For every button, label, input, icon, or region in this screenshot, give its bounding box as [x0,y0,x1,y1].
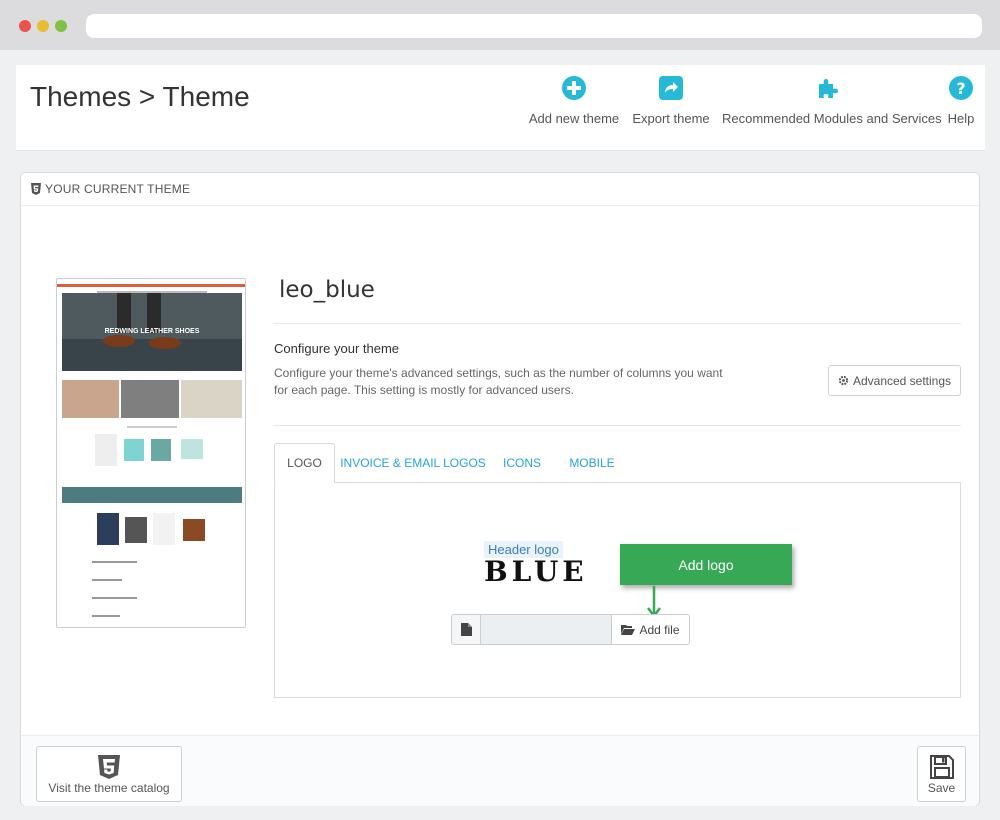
file-name-input[interactable] [481,614,611,645]
divider [273,323,961,324]
window-minimize-dot[interactable] [37,20,49,32]
gear-icon [838,375,849,386]
help-label: Help [947,111,975,126]
floppy-disk-icon [929,755,954,779]
logo-file-upload: Add file [451,614,690,645]
theme-preview-thumbnail[interactable]: REDWING LEATHER SHOES [56,278,246,628]
panel-heading: YOUR CURRENT THEME [21,173,979,206]
theme-preview-image: REDWING LEATHER SHOES [57,284,245,617]
visit-theme-catalog-button[interactable]: Visit the theme catalog [36,746,182,802]
current-logo-image: BLUE [484,555,588,588]
file-icon [460,623,472,636]
puzzle-icon [819,79,838,98]
folder-open-icon [621,625,636,635]
tab-icons[interactable]: ICONS [496,443,548,483]
plus-circle-icon [562,76,586,100]
tab-invoice-email-logos[interactable]: INVOICE & EMAIL LOGOS [340,443,486,483]
page-title: Themes > Theme [30,81,250,112]
question-circle-icon: ? [949,76,973,100]
logo-tab-content: Header logo BLUE Add logo Add file [274,482,961,698]
advanced-settings-button[interactable]: Advanced settings [828,365,961,396]
svg-text:?: ? [956,79,965,98]
page: Themes > Theme Add new theme Export them… [0,50,1000,820]
tab-logo[interactable]: LOGO [274,443,335,483]
page-header: Themes > Theme Add new theme Export them… [16,65,985,151]
add-file-button[interactable]: Add file [611,614,690,645]
address-bar[interactable] [86,14,982,38]
export-theme-button[interactable]: Export theme [630,75,712,135]
configure-theme-title: Configure your theme [274,341,400,356]
panel-heading-title: YOUR CURRENT THEME [45,182,191,196]
browser-chrome [0,0,1000,50]
visit-theme-catalog-label: Visit the theme catalog [48,781,170,795]
save-button[interactable]: Save [917,746,966,802]
window-close-dot[interactable] [19,20,31,32]
export-theme-label: Export theme [632,111,710,126]
file-icon-addon [451,614,481,645]
current-theme-panel: YOUR CURRENT THEME REDWING LEATHER SHOES [20,172,980,806]
preview-banner-text: REDWING LEATHER SHOES [105,328,200,335]
recommended-modules-button[interactable]: Recommended Modules and Services [722,75,942,135]
add-new-theme-label: Add new theme [528,111,620,126]
html5-icon [98,755,120,779]
share-square-icon [659,76,683,100]
divider [273,425,961,426]
add-logo-callout: Add logo [620,544,792,585]
html5-icon [31,183,41,195]
panel-footer: Visit the theme catalog Save [21,735,979,806]
advanced-settings-label: Advanced settings [852,373,952,388]
recommended-modules-label: Recommended Modules and Services [722,111,942,126]
theme-name: leo_blue [279,277,375,303]
add-new-theme-button[interactable]: Add new theme [528,75,620,135]
configure-theme-description: Configure your theme's advanced settings… [274,366,723,397]
add-file-label: Add file [639,622,680,637]
save-label: Save [927,781,956,795]
help-button[interactable]: ? Help [944,75,978,135]
tab-mobile[interactable]: MOBILE [559,443,625,483]
window-maximize-dot[interactable] [55,20,67,32]
